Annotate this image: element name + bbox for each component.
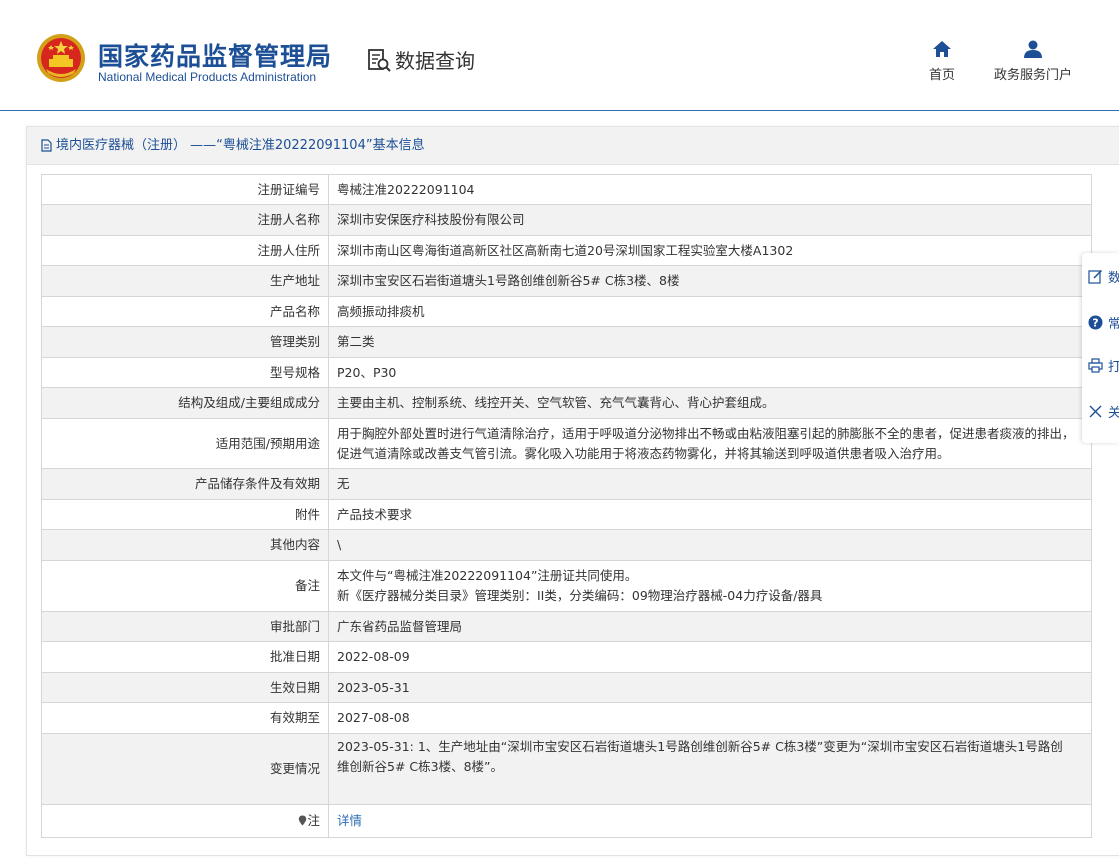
page-title: 境内医疗器械（注册） ——“粤械注准20222091104”基本信息 (56, 138, 425, 153)
row-value: 用于胸腔外部处置时进行气道清除治疗，适用于呼吸道分泌物排出不畅或由粘液阻塞引起的… (328, 418, 1092, 469)
side-tool-data[interactable]: 数 (1088, 267, 1119, 286)
row-value: 高频振动排痰机 (328, 296, 1092, 327)
table-row: 适用范围/预期用途 用于胸腔外部处置时进行气道清除治疗，适用于呼吸道分泌物排出不… (41, 418, 1092, 469)
row-key: 变更情况 (41, 733, 329, 805)
table-row: 有效期至 2027-08-08 (41, 702, 1092, 734)
side-tool-faq[interactable]: ? 常 (1088, 313, 1119, 332)
side-tool-label: 关 (1108, 406, 1119, 421)
table-row: 审批部门 广东省药品监督管理局 (41, 611, 1092, 642)
row-key: 注册人名称 (41, 204, 329, 236)
table-row: 其他内容 \ (41, 529, 1092, 561)
value-line: 维创新谷5# C栋3楼、8楼”。 (337, 759, 504, 774)
row-value: 广东省药品监督管理局 (328, 611, 1092, 642)
row-key: 注 (41, 804, 329, 838)
table-row: 注 详情 (41, 804, 1092, 838)
row-value: 深圳市南山区粤海街道高新区社区高新南七道20号深圳国家工程实验室大楼A1302 (328, 235, 1092, 266)
national-emblem-icon (37, 34, 85, 82)
row-value: 无 (328, 468, 1092, 500)
table-row: 型号规格 P20、P30 (41, 357, 1092, 388)
row-value: P20、P30 (328, 357, 1092, 388)
row-key: 附件 (41, 499, 329, 530)
detail-title-bar: 境内医疗器械（注册） ——“粤械注准20222091104”基本信息 (27, 127, 1119, 165)
side-tool-close[interactable]: 关 (1088, 402, 1119, 421)
row-key: 备注 (41, 560, 329, 612)
row-key: 型号规格 (41, 357, 329, 388)
table-row: 结构及组成/主要组成成分 主要由主机、控制系统、线控开关、空气软管、充气气囊背心… (41, 387, 1092, 419)
row-key: 适用范围/预期用途 (41, 418, 329, 469)
site-header: 国家药品监督管理局 National Medical Products Admi… (0, 0, 1119, 111)
nav-home-label: 首页 (929, 68, 956, 83)
value-line: 新《医疗器械分类目录》管理类别：II类，分类编码：09物理治疗器械-04力疗设备… (337, 588, 823, 603)
data-query-label[interactable]: 数据查询 (366, 45, 475, 74)
info-table: 注册证编号 粤械注准20222091104 注册人名称 深圳市安保医疗科技股份有… (41, 174, 1092, 838)
row-value: 深圳市安保医疗科技股份有限公司 (328, 204, 1092, 236)
table-row: 生产地址 深圳市宝安区石岩街道塘头1号路创维创新谷5# C栋3楼、8楼 (41, 265, 1092, 297)
row-key: 生产地址 (41, 265, 329, 297)
side-tool-label: 数 (1108, 271, 1119, 286)
row-key: 管理类别 (41, 326, 329, 358)
table-row: 生效日期 2023-05-31 (41, 672, 1092, 703)
value-line: 本文件与“粤械注准20222091104”注册证共同使用。 (337, 568, 638, 583)
question-icon: ? (1088, 315, 1103, 330)
row-value: 2023-05-31: 1、生产地址由“深圳市宝安区石岩街道塘头1号路创维创新谷… (328, 733, 1092, 805)
print-icon (1088, 358, 1103, 373)
value-line: 2023-05-31: 1、生产地址由“深圳市宝安区石岩街道塘头1号路创维创新谷… (337, 739, 1063, 754)
row-value: 2022-08-09 (328, 641, 1092, 673)
edit-icon (1088, 269, 1103, 284)
row-key: 结构及组成/主要组成成分 (41, 387, 329, 419)
table-row: 附件 产品技术要求 (41, 499, 1092, 530)
row-value: \ (328, 529, 1092, 561)
row-key: 批准日期 (41, 641, 329, 673)
table-row: 注册人名称 深圳市安保医疗科技股份有限公司 (41, 204, 1092, 236)
data-query-icon (368, 48, 391, 72)
table-row: 备注 本文件与“粤械注准20222091104”注册证共同使用。 新《医疗器械分… (41, 560, 1092, 612)
row-key: 注册人住所 (41, 235, 329, 266)
table-row: 注册人住所 深圳市南山区粤海街道高新区社区高新南七道20号深圳国家工程实验室大楼… (41, 235, 1092, 266)
table-row: 产品名称 高频振动排痰机 (41, 296, 1092, 327)
table-row: 批准日期 2022-08-09 (41, 641, 1092, 673)
row-value: 2023-05-31 (328, 672, 1092, 703)
value-line: 用于胸腔外部处置时进行气道清除治疗，适用于呼吸道分泌物排出不畅或由粘液阻塞引起的… (337, 425, 1075, 441)
user-icon (1024, 40, 1042, 58)
side-tool-label: 常 (1108, 317, 1119, 332)
nav-service-portal[interactable]: 政务服务门户 (994, 40, 1072, 83)
document-icon (41, 139, 52, 152)
row-key: 生效日期 (41, 672, 329, 703)
side-tool-print[interactable]: 打 (1088, 356, 1119, 375)
close-icon (1089, 405, 1102, 418)
row-key: 产品名称 (41, 296, 329, 327)
table-row: 注册证编号 粤械注准20222091104 (41, 174, 1092, 205)
org-name-cn: 国家药品监督管理局 (98, 42, 333, 71)
row-value: 粤械注准20222091104 (328, 174, 1092, 205)
value-line: 促进气道清除或改善支气管引流。雾化吸入功能用于将液态药物雾化，并将其输送到呼吸道… (337, 445, 950, 461)
nav-service-portal-label: 政务服务门户 (994, 68, 1073, 83)
row-value: 本文件与“粤械注准20222091104”注册证共同使用。 新《医疗器械分类目录… (328, 560, 1092, 612)
side-tool-label: 打 (1108, 360, 1119, 375)
row-key: 有效期至 (41, 702, 329, 734)
nav-home[interactable]: 首页 (929, 40, 955, 83)
row-value: 2027-08-08 (328, 702, 1092, 734)
data-query-text: 数据查询 (395, 49, 475, 73)
row-key-text: 注 (307, 813, 320, 828)
org-name-en: National Medical Products Administration (98, 70, 317, 84)
row-value: 第二类 (328, 326, 1092, 358)
side-toolbar: 数 ? 常 打 关 (1082, 253, 1119, 443)
table-row: 变更情况 2023-05-31: 1、生产地址由“深圳市宝安区石岩街道塘头1号路… (41, 733, 1092, 805)
svg-text:?: ? (1092, 317, 1098, 330)
row-value: 深圳市宝安区石岩街道塘头1号路创维创新谷5# C栋3楼、8楼 (328, 265, 1092, 297)
row-value: 详情 (328, 804, 1092, 838)
row-value: 产品技术要求 (328, 499, 1092, 530)
row-key: 审批部门 (41, 611, 329, 642)
row-key: 产品储存条件及有效期 (41, 468, 329, 500)
table-row: 管理类别 第二类 (41, 326, 1092, 358)
row-value: 主要由主机、控制系统、线控开关、空气软管、充气气囊背心、背心护套组成。 (328, 387, 1092, 419)
row-key: 其他内容 (41, 529, 329, 561)
table-row: 产品储存条件及有效期 无 (41, 468, 1092, 500)
details-link[interactable]: 详情 (337, 813, 362, 828)
home-icon (933, 41, 951, 57)
detail-panel: 境内医疗器械（注册） ——“粤械注准20222091104”基本信息 注册证编号… (26, 126, 1119, 856)
row-key: 注册证编号 (41, 174, 329, 205)
